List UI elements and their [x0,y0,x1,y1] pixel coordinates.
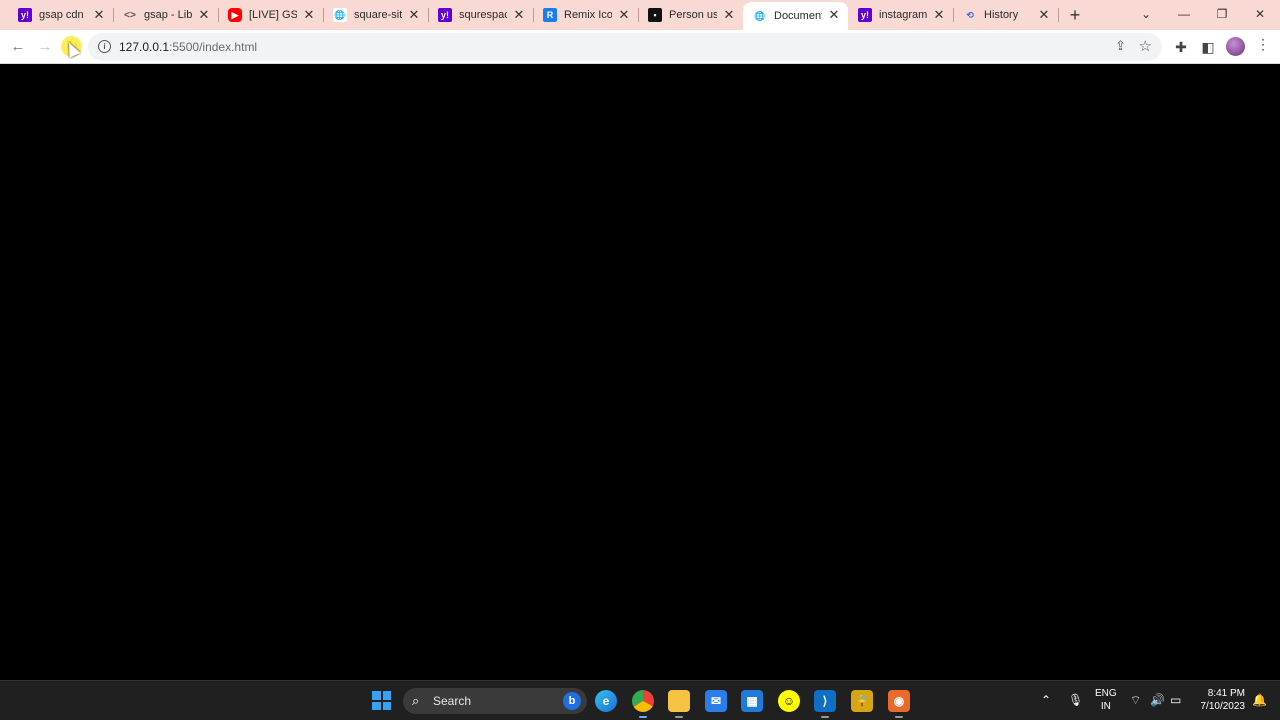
tab-title: squrespace [459,9,507,21]
close-icon[interactable]: ✕ [931,7,947,23]
browser-toolbar: ← → ↻ i 127.0.0.1:5500/index.html ⇪ ☆ ✚ … [0,30,1280,63]
tab-gsap-cdn[interactable]: y! gsap cdn - ✕ [8,2,114,28]
tab-person-using[interactable]: ▪ Person usin ✕ [638,2,744,28]
close-window-button[interactable]: ✕ [1242,2,1278,26]
recorder-app-icon[interactable]: ◉ [888,690,910,718]
notification-icon[interactable]: 🔔 [1252,693,1267,707]
yahoo-icon: y! [438,8,452,22]
restore-button[interactable]: ❐ [1204,2,1240,26]
unsplash-icon: ▪ [648,8,662,22]
globe-icon: 🌐 [333,8,347,22]
volume-icon[interactable]: 🔊 [1150,693,1165,707]
microphone-icon[interactable]: 🎙 [1068,693,1083,707]
language-indicator[interactable]: ENG IN [1095,687,1117,713]
code-icon: <> [124,9,136,21]
yahoo-icon: y! [858,8,872,22]
lock-app-icon[interactable]: 🔒 [851,690,873,712]
clock-time: 8:41 PM [1207,688,1245,699]
clock-date: 7/10/2023 [1200,701,1246,712]
close-icon[interactable]: ✕ [616,7,632,23]
history-icon: ⟲ [966,9,974,20]
tab-title: [LIVE] GSAP [249,9,297,21]
remix-icon: R [543,8,557,22]
chevron-up-icon[interactable]: ⌃ [1041,693,1051,707]
close-icon[interactable]: ✕ [721,7,737,23]
close-icon[interactable]: ✕ [1036,7,1052,23]
tab-search-button[interactable]: ⌄ [1128,2,1164,26]
youtube-icon: ▶ [228,8,242,22]
side-panel-icon[interactable]: ◧ [1197,36,1219,58]
tab-instagram[interactable]: y! instagram ✕ [848,2,954,28]
snapchat-icon[interactable]: ☺ [778,690,800,712]
tab-title: History [984,9,1019,21]
tab-remix-icon[interactable]: R Remix Icon ✕ [533,2,639,28]
address-bar[interactable]: i 127.0.0.1:5500/index.html ⇪ ☆ [88,33,1162,61]
file-explorer-icon[interactable] [668,690,690,718]
yahoo-icon: y! [18,8,32,22]
tab-title: Document [774,10,822,22]
windows-taskbar: ⌕ Search b e ✉ ▦ ☺ ⟩ 🔒 ◉ ⌃ 🎙 ENG IN ⌔ 🔊 … [0,680,1280,720]
bing-icon[interactable]: b [563,692,581,710]
mail-icon[interactable]: ✉ [705,690,727,712]
language-code: ENG [1095,688,1117,699]
profile-avatar[interactable] [1226,37,1245,56]
tab-square-site[interactable]: 🌐 square-site ✕ [323,2,429,28]
tab-squrespace[interactable]: y! squrespace ✕ [428,2,534,28]
tab-title: gsap - Libra [144,9,192,21]
tab-gsap-library[interactable]: <> gsap - Libra ✕ [113,2,219,28]
close-icon[interactable]: ✕ [196,7,212,23]
site-info-icon[interactable]: i [98,40,111,53]
search-label: Search [433,694,472,708]
minimize-button[interactable]: — [1166,2,1202,26]
close-icon[interactable]: ✕ [91,7,107,23]
tab-separator [1058,8,1059,22]
close-icon[interactable]: ✕ [406,7,422,23]
page-viewport[interactable] [0,64,1280,680]
url-path: :5500/index.html [169,40,258,54]
globe-icon: 🌐 [753,9,767,23]
forward-button[interactable]: → [32,34,58,60]
windows-start-icon[interactable] [372,691,391,710]
search-icon: ⌕ [412,693,420,708]
wifi-icon[interactable]: ⌔ [1130,693,1141,708]
chrome-icon[interactable] [632,690,654,718]
close-icon[interactable]: ✕ [511,7,527,23]
share-icon[interactable]: ⇪ [1115,38,1126,54]
tab-title: instagram [879,9,927,21]
tab-history[interactable]: ⟲ History ✕ [953,2,1059,28]
region-code: IN [1100,701,1111,712]
tab-strip: y! gsap cdn - ✕ <> gsap - Libra ✕ ▶ [LIV… [0,0,1280,30]
new-tab-button[interactable]: + [1064,4,1086,26]
battery-icon[interactable]: ▭ [1170,693,1181,707]
url-text[interactable]: 127.0.0.1:5500/index.html [119,40,257,54]
menu-kebab-icon[interactable]: ⋮ [1256,36,1270,53]
back-button[interactable]: ← [5,34,31,60]
close-icon[interactable]: ✕ [301,7,317,23]
tab-title: square-site [354,9,402,21]
tab-document[interactable]: 🌐 Document ✕ [743,2,848,30]
store-icon[interactable]: ▦ [741,690,763,712]
vscode-icon[interactable]: ⟩ [814,690,836,718]
url-host: 127.0.0.1 [119,40,170,54]
extensions-puzzle-icon[interactable]: ✚ [1170,36,1192,58]
tab-title: Remix Icon [564,9,612,21]
bookmark-star-icon[interactable]: ☆ [1139,37,1152,55]
tab-live-gsap[interactable]: ▶ [LIVE] GSAP ✕ [218,2,324,28]
tab-title: Person usin [669,9,717,21]
edge-icon[interactable]: e [595,690,617,712]
close-icon[interactable]: ✕ [826,7,842,23]
tab-title: gsap cdn - [39,9,87,21]
clock[interactable]: 8:41 PM 7/10/2023 [1193,687,1246,713]
taskbar-search[interactable]: ⌕ Search b [403,688,587,714]
